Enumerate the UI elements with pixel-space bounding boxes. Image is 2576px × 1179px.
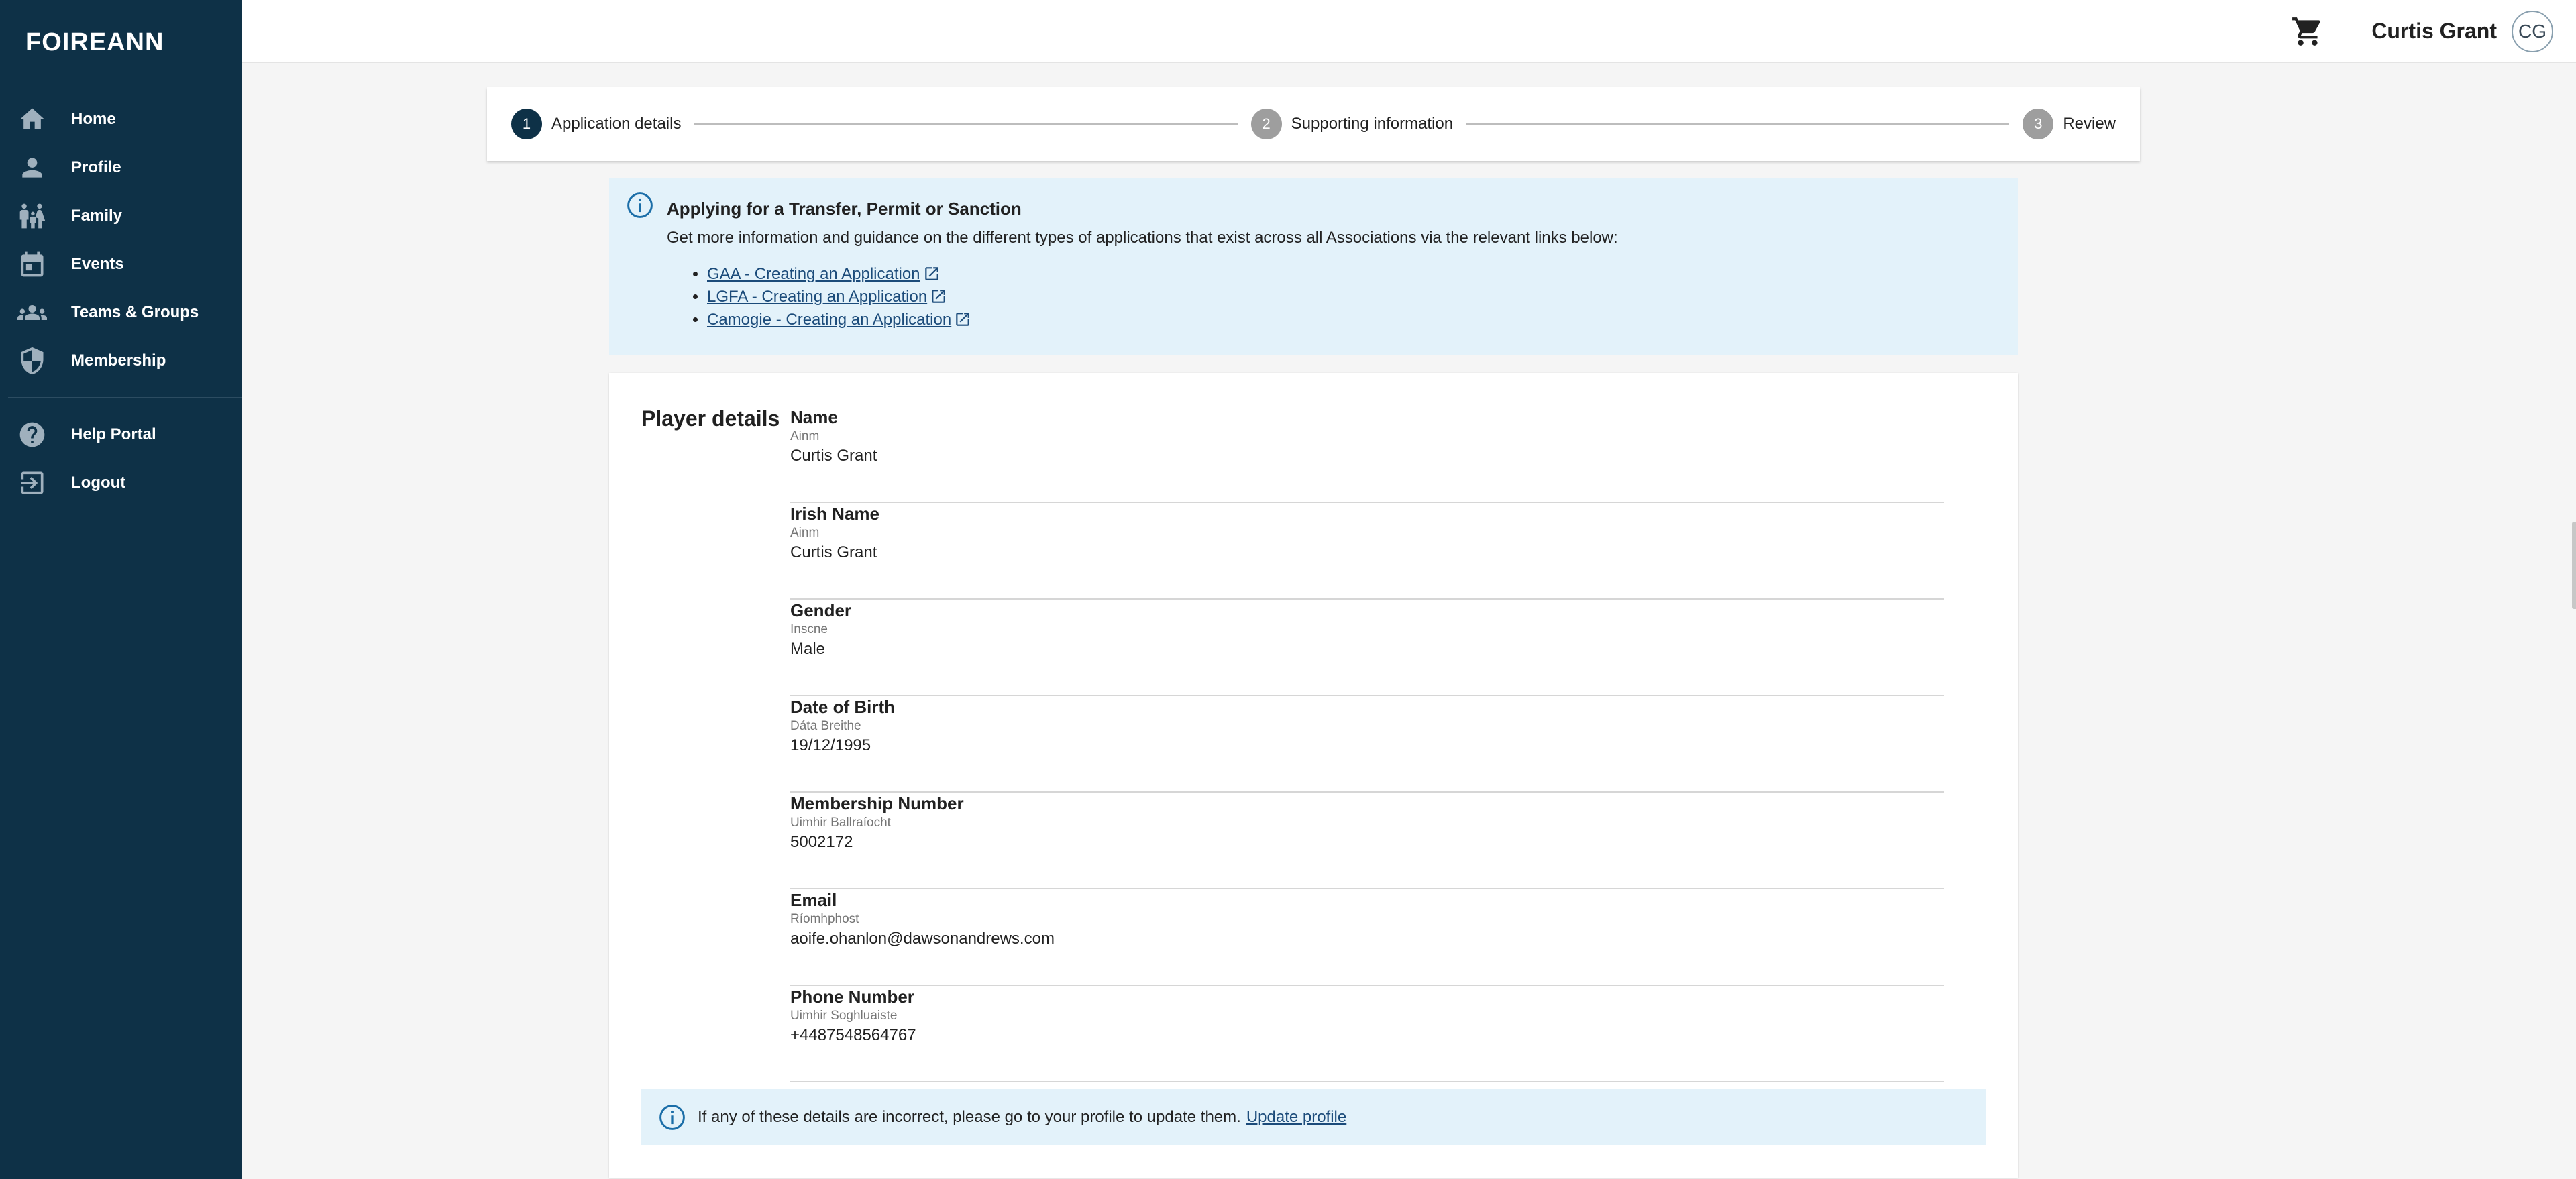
sidebar: FOIREANN Home Profile Family Events Team… xyxy=(0,0,241,1179)
step-connector xyxy=(694,123,1238,125)
top-bar: Curtis Grant CG xyxy=(241,0,2576,63)
field-value: 5002172 xyxy=(790,833,853,851)
sidebar-item-membership[interactable]: Membership xyxy=(0,337,241,385)
logout-icon xyxy=(17,468,47,498)
user-name[interactable]: Curtis Grant xyxy=(2371,19,2497,44)
step-connector xyxy=(1466,123,2010,125)
step-label: Application details xyxy=(551,115,682,133)
player-details-title: Player details xyxy=(641,406,780,431)
info-icon xyxy=(659,1105,685,1130)
sidebar-item-label: Teams & Groups xyxy=(71,303,199,321)
info-title: Applying for a Transfer, Permit or Sanct… xyxy=(667,199,1022,219)
field-email: Email Ríomhphost aoife.ohanlon@dawsonand… xyxy=(790,889,1944,986)
field-value: Curtis Grant xyxy=(790,543,877,561)
info-text: Get more information and guidance on the… xyxy=(667,229,1618,247)
external-link-icon xyxy=(956,313,969,326)
field-membership-number: Membership Number Uimhir Ballraíocht 500… xyxy=(790,793,1944,889)
field-irish-label: Inscne xyxy=(790,622,828,636)
field-label: Date of Birth xyxy=(790,697,895,717)
player-fields: Name Ainm Curtis Grant Irish Name Ainm C… xyxy=(790,406,1944,1082)
field-irish-label: Ríomhphost xyxy=(790,912,859,926)
field-date-of-birth: Date of Birth Dáta Breithe 19/12/1995 xyxy=(790,696,1944,793)
guidance-links: GAA - Creating an Application LGFA - Cre… xyxy=(667,265,1998,329)
step-application-details[interactable]: 1 Application details xyxy=(511,109,681,139)
lgfa-guide-link[interactable]: LGFA - Creating an Application xyxy=(707,288,927,306)
sidebar-item-label: Profile xyxy=(71,158,121,176)
calendar-icon xyxy=(17,249,47,279)
field-label: Name xyxy=(790,407,838,427)
field-name: Name Ainm Curtis Grant xyxy=(790,406,1944,503)
sidebar-item-help-portal[interactable]: Help Portal xyxy=(0,410,241,459)
sidebar-item-label: Help Portal xyxy=(71,425,156,443)
camogie-guide-link[interactable]: Camogie - Creating an Application xyxy=(707,311,951,329)
sidebar-item-profile[interactable]: Profile xyxy=(0,144,241,192)
list-item: LGFA - Creating an Application xyxy=(707,288,1998,306)
step-supporting-information[interactable]: 2 Supporting information xyxy=(1250,109,1454,139)
sidebar-item-label: Logout xyxy=(71,473,126,492)
field-label: Phone Number xyxy=(790,987,914,1007)
field-label: Email xyxy=(790,890,837,910)
sidebar-item-logout[interactable]: Logout xyxy=(0,459,241,507)
sidebar-item-label: Home xyxy=(71,110,116,128)
field-phone-number: Phone Number Uimhir Soghluaiste +4487548… xyxy=(790,986,1944,1082)
person-icon xyxy=(17,153,47,182)
app-logo[interactable]: FOIREANN xyxy=(25,28,164,57)
side-drawer-handle[interactable] xyxy=(2572,522,2576,609)
sidebar-item-label: Family xyxy=(71,207,123,225)
sidebar-item-events[interactable]: Events xyxy=(0,240,241,288)
field-label: Gender xyxy=(790,600,852,620)
field-value: aoife.ohanlon@dawsonandrews.com xyxy=(790,930,1055,948)
external-link-icon xyxy=(924,267,938,280)
step-number: 2 xyxy=(1250,109,1282,139)
notice-text: If any of these details are incorrect, p… xyxy=(698,1108,1241,1126)
info-icon xyxy=(627,192,653,218)
groups-icon xyxy=(17,298,47,327)
help-icon xyxy=(17,420,47,449)
update-profile-link[interactable]: Update profile xyxy=(1246,1108,1346,1127)
step-review[interactable]: 3 Review xyxy=(2023,109,2116,139)
sidebar-item-home[interactable]: Home xyxy=(0,95,241,144)
field-irish-label: Uimhir Ballraíocht xyxy=(790,816,891,830)
shield-icon xyxy=(17,346,47,376)
sidebar-item-label: Membership xyxy=(71,351,166,370)
sidebar-divider xyxy=(8,397,241,398)
step-number: 3 xyxy=(2023,109,2054,139)
field-irish-name: Irish Name Ainm Curtis Grant xyxy=(790,503,1944,600)
gaa-guide-link[interactable]: GAA - Creating an Application xyxy=(707,265,920,283)
family-icon xyxy=(17,201,47,231)
field-value: Male xyxy=(790,640,826,658)
field-irish-label: Ainm xyxy=(790,429,820,443)
cart-icon[interactable] xyxy=(2291,15,2324,48)
field-label: Membership Number xyxy=(790,793,964,813)
field-gender: Gender Inscne Male xyxy=(790,600,1944,696)
list-item: GAA - Creating an Application xyxy=(707,265,1998,284)
field-value: +4487548564767 xyxy=(790,1026,916,1044)
step-label: Supporting information xyxy=(1291,115,1454,133)
field-irish-label: Uimhir Soghluaiste xyxy=(790,1009,898,1023)
external-link-icon xyxy=(932,290,945,303)
sidebar-nav: Home Profile Family Events Teams & Group… xyxy=(0,95,241,507)
sidebar-item-label: Events xyxy=(71,255,124,273)
field-value: Curtis Grant xyxy=(790,447,877,465)
field-value: 19/12/1995 xyxy=(790,736,871,754)
incorrect-details-notice: If any of these details are incorrect, p… xyxy=(641,1089,1986,1145)
avatar[interactable]: CG xyxy=(2512,11,2553,52)
application-stepper: 1 Application details 2 Supporting infor… xyxy=(487,87,2140,161)
step-label: Review xyxy=(2063,115,2116,133)
player-details-card: Player details Name Ainm Curtis Grant Ir… xyxy=(609,373,2018,1178)
sidebar-item-teams-groups[interactable]: Teams & Groups xyxy=(0,288,241,337)
application-info-banner: Applying for a Transfer, Permit or Sanct… xyxy=(609,178,2018,355)
field-irish-label: Dáta Breithe xyxy=(790,719,861,733)
home-icon xyxy=(17,105,47,134)
list-item: Camogie - Creating an Application xyxy=(707,311,1998,329)
step-number: 1 xyxy=(511,109,542,139)
field-irish-label: Ainm xyxy=(790,526,820,540)
sidebar-item-family[interactable]: Family xyxy=(0,192,241,240)
field-label: Irish Name xyxy=(790,504,879,524)
